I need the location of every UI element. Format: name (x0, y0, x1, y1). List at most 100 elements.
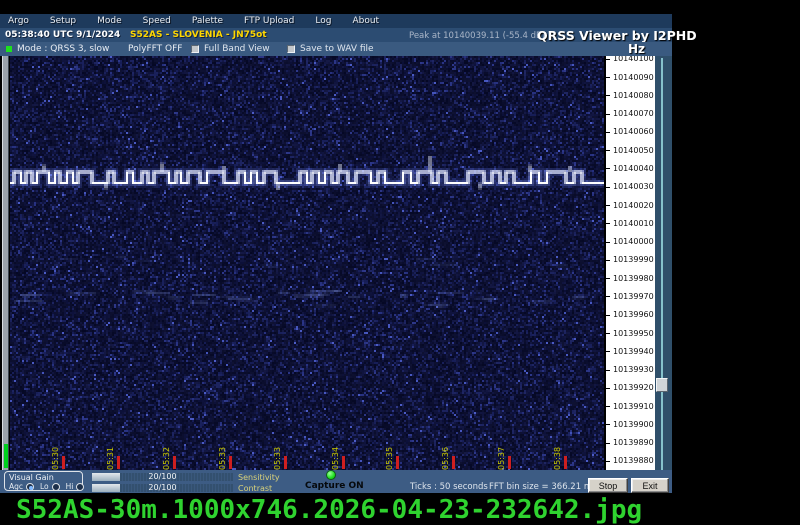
radio-lo[interactable] (52, 483, 60, 491)
radio-agc[interactable] (26, 483, 34, 491)
frequency-tick-label: 10139930 (613, 365, 654, 374)
contrast-label: Contrast (238, 484, 272, 493)
frequency-tick-mark (606, 370, 610, 371)
frequency-tick-mark (606, 187, 610, 188)
frequency-tick-label: 10139920 (613, 383, 654, 392)
frequency-tick-label: 10139980 (613, 274, 654, 283)
menu-item-ftp-upload[interactable]: FTP Upload (244, 16, 294, 26)
frequency-tick-label: 10140020 (613, 201, 654, 210)
frequency-tick-label: 10140010 (613, 219, 654, 228)
time-tick-label: 05:32 (161, 440, 172, 470)
time-tick-mark (173, 456, 176, 469)
visual-gain-group: Visual Gain Agc Lo Hi (4, 471, 83, 491)
visual-gain-options: Agc Lo Hi (9, 482, 87, 491)
frequency-tick-mark (606, 132, 610, 133)
waterfall-display[interactable] (10, 56, 604, 470)
frequency-tick-label: 10140000 (613, 237, 654, 246)
frequency-tick-label: 10140040 (613, 164, 654, 173)
radio-label-agc: Agc (9, 482, 23, 491)
frequency-tick-mark (606, 461, 610, 462)
frequency-tick-label: 10139900 (613, 420, 654, 429)
radio-label-lo: Lo (40, 482, 49, 491)
radio-hi[interactable] (76, 483, 84, 491)
frequency-tick-mark (606, 77, 610, 78)
waterfall: 05:3005:3105:3205:3305:3305:3405:3505:36… (0, 56, 672, 470)
frequency-tick-label: 10140050 (613, 146, 654, 155)
app-window: Argo Setup Mode Speed Palette FTP Upload Log Ab… (0, 14, 672, 493)
menu-item-setup[interactable]: Setup (50, 16, 76, 26)
time-tick-mark (229, 456, 232, 469)
sensitivity-label: Sensitivity (238, 473, 280, 482)
ticks-info: Ticks : 50 seconds (410, 482, 488, 492)
menu-item-mode[interactable]: Mode (97, 16, 122, 26)
time-tick-mark (284, 456, 287, 469)
station-text: S52AS - SLOVENIA - JN75ot (130, 30, 267, 40)
clock-text: 05:38:40 UTC 9/1/2024 (5, 30, 120, 40)
frequency-tick-label: 10139960 (613, 310, 654, 319)
time-tick-label: 05:30 (50, 440, 61, 470)
frequency-tick-label: 10140030 (613, 182, 654, 191)
radio-label-hi: Hi (66, 482, 74, 491)
time-tick-label: 05:38 (552, 440, 563, 470)
contrast-slider[interactable]: 20/100 (92, 484, 233, 492)
time-tick-mark (452, 456, 455, 469)
frequency-tick-label: 10140090 (613, 73, 654, 82)
frequency-tick-label: 10139950 (613, 329, 654, 338)
mode-bar: Mode : QRSS 3, slow PolyFFT OFF Full Ban… (0, 42, 672, 56)
capture-status-label: Capture ON (305, 481, 364, 491)
time-tick-label: 05:33 (217, 440, 228, 470)
control-bar: Visual Gain Agc Lo Hi 20/100 20/100 Sensit… (0, 470, 672, 493)
frequency-scale: 1014010010140090101400801014007010140060… (605, 56, 655, 474)
frequency-tick-mark (606, 406, 610, 407)
menu-item-log[interactable]: Log (315, 16, 331, 26)
frequency-tick-label: 10140080 (613, 91, 654, 100)
time-tick-label: 05:34 (330, 440, 341, 470)
frequency-tick-mark (606, 114, 610, 115)
frequency-tick-mark (606, 223, 610, 224)
menu-item-about[interactable]: About (352, 16, 379, 26)
contrast-value: 20/100 (92, 483, 233, 492)
visual-gain-title: Visual Gain (9, 473, 54, 482)
input-level-meter (2, 56, 9, 470)
frequency-tick-mark (606, 278, 610, 279)
capture-led-icon (326, 470, 336, 480)
frequency-tick-mark (606, 443, 610, 444)
time-tick-label: 05:35 (384, 440, 395, 470)
time-tick-label: 05:31 (105, 440, 116, 470)
frequency-tick-mark (606, 424, 610, 425)
menu-item-argo[interactable]: Argo (8, 16, 29, 26)
scrollbar-thumb[interactable] (656, 378, 668, 392)
frequency-tick-label: 10139910 (613, 402, 654, 411)
frequency-tick-mark (606, 351, 610, 352)
menu-item-palette[interactable]: Palette (192, 16, 223, 26)
hz-unit-label: Hz (628, 42, 645, 56)
frequency-tick-label: 10139990 (613, 255, 654, 264)
frequency-tick-label: 10139890 (613, 438, 654, 447)
time-tick-label: 05:37 (496, 440, 507, 470)
save-wav-checkbox[interactable] (287, 45, 295, 53)
frequency-tick-mark (606, 315, 610, 316)
mode-label: Mode : QRSS 3, slow (17, 44, 109, 54)
exit-button[interactable]: Exit (631, 478, 669, 493)
menu-bar: Argo Setup Mode Speed Palette FTP Upload Log Ab… (0, 14, 672, 28)
time-tick-label: 05:33 (272, 440, 283, 470)
scrollbar-track[interactable] (661, 58, 663, 486)
save-wav-label: Save to WAV file (300, 44, 374, 54)
menu-item-speed[interactable]: Speed (143, 16, 171, 26)
frequency-tick-label: 10139880 (613, 456, 654, 465)
sensitivity-slider[interactable]: 20/100 (92, 473, 233, 481)
frequency-scrollbar[interactable] (655, 56, 672, 493)
frequency-tick-mark (606, 205, 610, 206)
frequency-tick-mark (606, 95, 610, 96)
frequency-tick-mark (606, 260, 610, 261)
time-tick-mark (117, 456, 120, 469)
frequency-tick-mark (606, 296, 610, 297)
full-band-view-checkbox[interactable] (191, 45, 199, 53)
stop-button[interactable]: Stop (588, 478, 628, 493)
frequency-tick-mark (606, 168, 610, 169)
full-band-view-label: Full Band View (204, 44, 270, 54)
frequency-tick-label: 10139940 (613, 347, 654, 356)
input-level-bar (4, 444, 8, 468)
frequency-tick-mark (606, 333, 610, 334)
app-title: QRSS Viewer by I2PHD (537, 28, 697, 43)
